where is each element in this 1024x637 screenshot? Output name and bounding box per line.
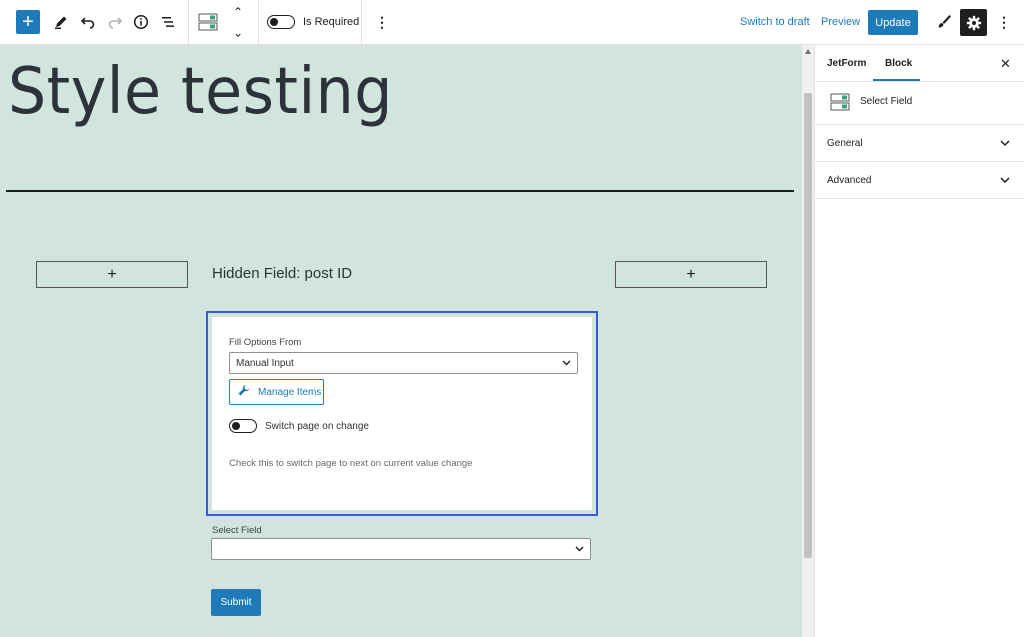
block-options-button[interactable]: ⋮ xyxy=(375,15,389,29)
page-title[interactable]: Style testing xyxy=(8,55,393,129)
chevron-up-icon[interactable]: ⌃ xyxy=(233,5,243,19)
gear-icon xyxy=(966,15,981,30)
title-separator xyxy=(6,190,794,192)
toolbar-divider xyxy=(188,0,189,45)
switch-to-draft-button[interactable]: Switch to draft xyxy=(740,16,810,28)
add-block-left-button[interactable]: + xyxy=(36,261,188,288)
toolbar-divider xyxy=(361,0,362,45)
fill-options-value: Manual Input xyxy=(236,357,294,369)
hidden-field-label[interactable]: Hidden Field: post ID xyxy=(212,265,352,282)
manage-items-button[interactable]: Manage Items xyxy=(229,379,324,405)
is-required-label: Is Required xyxy=(303,16,360,28)
add-block-right-button[interactable]: + xyxy=(615,261,767,288)
chevron-down-icon xyxy=(575,544,584,554)
settings-sidebar: JetForm Block ✕ Select Field General Adv… xyxy=(815,45,1024,637)
sidebar-divider xyxy=(815,198,1024,199)
close-icon[interactable]: ✕ xyxy=(1000,56,1011,72)
move-block-controls: ⌃ ⌃ xyxy=(231,5,245,39)
panel-advanced-toggle[interactable]: Advanced xyxy=(827,175,871,186)
switch-page-label: Switch page on change xyxy=(265,421,369,432)
is-required-toggle[interactable] xyxy=(267,15,295,29)
fill-options-label: Fill Options From xyxy=(229,337,302,348)
update-button[interactable]: Update xyxy=(868,10,918,35)
list-view-icon[interactable] xyxy=(157,11,179,33)
switch-page-toggle[interactable] xyxy=(229,419,257,433)
switch-page-help-text: Check this to switch page to next on cur… xyxy=(229,458,473,469)
chevron-down-icon[interactable]: ⌃ xyxy=(233,25,243,39)
tab-jetform[interactable]: JetForm xyxy=(827,45,866,81)
select-field-settings-panel: Fill Options From Manual Input Manage It… xyxy=(212,317,592,510)
toolbar-divider xyxy=(258,0,259,45)
select-field-input[interactable] xyxy=(211,538,591,560)
redo-icon[interactable] xyxy=(104,11,126,33)
editor-toolbar: + ⌃ ⌃ Is Required ⋮ Switch to draft Prev… xyxy=(0,0,1024,45)
chevron-down-icon[interactable] xyxy=(1000,176,1010,187)
options-menu-button[interactable]: ⋮ xyxy=(997,15,1011,29)
selected-select-field-block[interactable]: Fill Options From Manual Input Manage It… xyxy=(206,311,598,516)
scroll-up-arrow-icon[interactable] xyxy=(805,49,811,54)
tab-block[interactable]: Block xyxy=(885,45,912,81)
select-field-label: Select Field xyxy=(212,525,262,536)
chevron-down-icon[interactable] xyxy=(1000,139,1010,150)
sidebar-divider xyxy=(815,81,1024,82)
preview-button[interactable]: Preview xyxy=(821,16,860,28)
select-field-icon[interactable] xyxy=(198,12,218,32)
sidebar-divider xyxy=(815,124,1024,125)
manage-items-label: Manage Items xyxy=(258,386,322,398)
add-block-button[interactable]: + xyxy=(16,10,40,34)
panel-general-toggle[interactable]: General xyxy=(827,138,863,149)
editor-canvas: Style testing + Hidden Field: post ID + … xyxy=(0,45,802,637)
settings-button[interactable] xyxy=(960,9,987,36)
chevron-down-icon xyxy=(562,358,571,368)
canvas-scrollbar[interactable] xyxy=(802,45,815,637)
block-card-title: Select Field xyxy=(860,96,913,107)
undo-icon[interactable] xyxy=(77,11,99,33)
fill-options-select[interactable]: Manual Input xyxy=(229,352,578,374)
pencil-icon[interactable] xyxy=(50,11,72,33)
info-icon[interactable] xyxy=(130,11,152,33)
scroll-thumb[interactable] xyxy=(804,93,812,558)
sidebar-divider xyxy=(815,161,1024,162)
select-field-icon xyxy=(830,92,850,112)
wrench-icon xyxy=(237,384,250,400)
submit-button[interactable]: Submit xyxy=(211,589,261,616)
brush-icon[interactable] xyxy=(934,12,954,32)
